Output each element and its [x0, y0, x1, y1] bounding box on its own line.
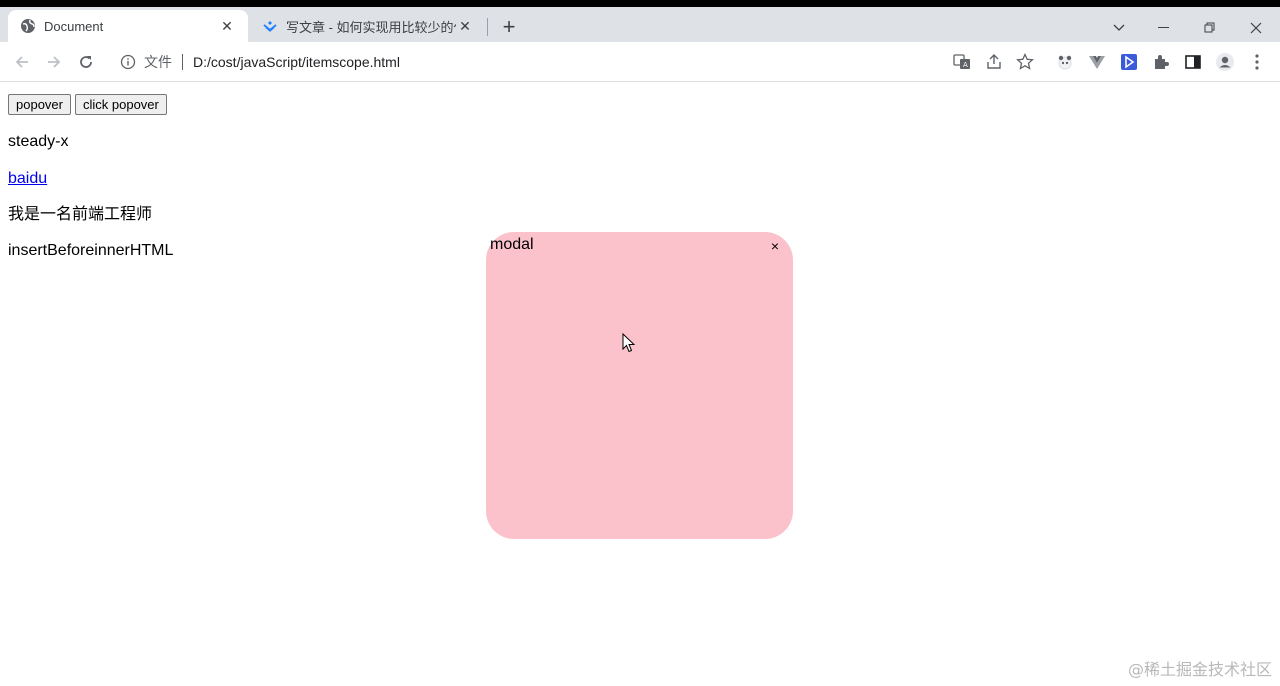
- bookmark-star-icon[interactable]: [1015, 52, 1035, 72]
- text-steady-x: steady-x: [8, 133, 69, 150]
- url-divider: [182, 54, 183, 70]
- tab-title: 写文章 - 如何实现用比较少的代: [286, 19, 456, 35]
- minimize-icon[interactable]: [1144, 14, 1184, 42]
- extension-panda-icon[interactable]: [1055, 52, 1075, 72]
- baidu-link[interactable]: baidu: [8, 170, 47, 187]
- tab-title: Document: [44, 18, 104, 34]
- url-scheme-label: 文件: [144, 54, 172, 70]
- modal-close-button[interactable]: ×: [771, 238, 779, 254]
- modal-title: modal: [490, 236, 534, 253]
- mouse-cursor-icon: [622, 332, 636, 358]
- watermark-text: @稀土掘金技术社区: [1127, 660, 1272, 679]
- tab-separator: [487, 18, 488, 36]
- kebab-menu-icon[interactable]: [1247, 52, 1267, 72]
- url-text: D:/cost/javaScript/itemscope.html: [193, 54, 400, 70]
- modal-dialog: modal ×: [486, 232, 793, 539]
- juejin-icon: [262, 18, 278, 34]
- close-tab-icon[interactable]: ✕: [218, 17, 236, 35]
- extension-play-icon[interactable]: [1119, 52, 1139, 72]
- address-bar[interactable]: 文件 D:/cost/javaScript/itemscope.html: [108, 47, 1038, 77]
- page-viewport: popover click popover steady-x baidu 我是一…: [0, 83, 1280, 686]
- share-icon[interactable]: [984, 52, 1004, 72]
- text-insert-before: insertBeforeinnerHTML: [8, 242, 174, 259]
- close-window-icon[interactable]: [1236, 14, 1276, 42]
- translate-icon[interactable]: A: [952, 52, 972, 72]
- browser-toolbar: 文件 D:/cost/javaScript/itemscope.html A: [0, 42, 1280, 82]
- tab-juejin[interactable]: 写文章 - 如何实现用比较少的代 ✕: [250, 10, 486, 42]
- new-tab-icon[interactable]: +: [496, 14, 522, 40]
- forward-arrow-icon[interactable]: [40, 48, 68, 76]
- restore-icon[interactable]: [1190, 14, 1230, 42]
- tab-document[interactable]: Document ✕: [8, 10, 248, 42]
- reload-icon[interactable]: [72, 48, 100, 76]
- svg-text:A: A: [963, 61, 968, 69]
- info-icon[interactable]: [120, 54, 136, 70]
- globe-icon: [20, 18, 36, 34]
- back-arrow-icon[interactable]: [8, 48, 36, 76]
- click-popover-button[interactable]: click popover: [74, 94, 167, 115]
- popover-button[interactable]: popover: [8, 94, 71, 115]
- text-intro: 我是一名前端工程师: [8, 206, 153, 223]
- extension-vue-icon[interactable]: [1087, 52, 1107, 72]
- extensions-puzzle-icon[interactable]: [1151, 52, 1171, 72]
- profile-avatar-icon[interactable]: [1215, 52, 1235, 72]
- close-tab-icon[interactable]: ✕: [456, 17, 474, 35]
- button-row: popover click popover: [8, 94, 167, 115]
- paragraph-link: baidu: [8, 169, 47, 189]
- tab-strip: Document ✕ 写文章 - 如何实现用比较少的代 ✕ +: [0, 0, 1280, 42]
- side-panel-icon[interactable]: [1183, 52, 1203, 72]
- tab-search-chevron-icon[interactable]: [1099, 14, 1139, 42]
